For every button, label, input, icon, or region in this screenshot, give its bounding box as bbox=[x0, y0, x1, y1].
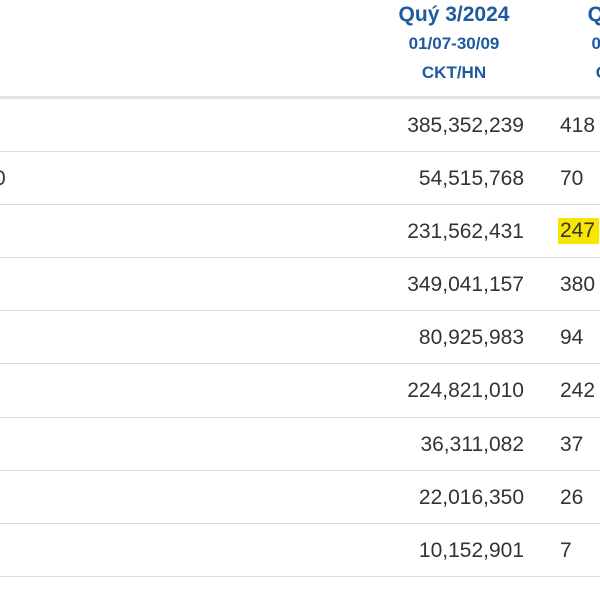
table-row: 0 54,515,768 70 bbox=[0, 152, 600, 206]
cell-value-next-quarter: 26 bbox=[560, 485, 584, 509]
table-body: 385,352,239 418 0 54,515,768 70 231,562,… bbox=[0, 99, 600, 577]
column-report-type: CK bbox=[548, 63, 600, 83]
table-row: 10,152,901 7 bbox=[0, 523, 600, 577]
table-row: 385,352,239 418 bbox=[0, 99, 600, 153]
cell-value-q3-2024: 54,515,768 bbox=[418, 167, 524, 191]
cell-value-next-quarter: 7 bbox=[560, 538, 572, 562]
cell-value-next-quarter: 37 bbox=[560, 432, 584, 456]
cell-value-next-quarter: 70 bbox=[560, 167, 584, 191]
row-label: 0 bbox=[0, 152, 6, 205]
cell-value-q3-2024: 10,152,901 bbox=[418, 538, 524, 562]
table-row: 231,562,431 247 bbox=[0, 205, 600, 259]
table-row: 80,925,983 94 bbox=[0, 311, 600, 365]
column-header-q3-2024[interactable]: Quý 3/2024 01/07-30/09 CKT/HN bbox=[372, 0, 536, 83]
cell-value-next-quarter-highlighted: 247 bbox=[558, 218, 600, 245]
cell-value-q3-2024: 224,821,010 bbox=[407, 379, 524, 403]
cell-value-q3-2024: 36,311,082 bbox=[420, 432, 524, 456]
cell-value-next-quarter: 94 bbox=[560, 326, 584, 350]
cell-value-q3-2024: 349,041,157 bbox=[407, 273, 524, 297]
cell-value-q3-2024: 231,562,431 bbox=[407, 220, 524, 244]
column-quarter-label: Quý 3/2024 bbox=[398, 3, 510, 26]
table-row: 22,016,350 26 bbox=[0, 470, 600, 524]
cell-value-q3-2024: 385,352,239 bbox=[407, 114, 524, 137]
column-header-next-quarter[interactable]: Quý 01/1 CK bbox=[548, 0, 600, 83]
cell-value-next-quarter: 380 bbox=[560, 273, 596, 297]
cell-value-next-quarter: 418 bbox=[560, 114, 596, 137]
table-row: 36,311,082 37 bbox=[0, 417, 600, 471]
column-report-type: CKT/HN bbox=[421, 63, 487, 82]
cell-value-q3-2024: 22,016,350 bbox=[418, 485, 524, 509]
table-row: 349,041,157 380 bbox=[0, 258, 600, 312]
column-date-range: 01/1 bbox=[591, 34, 600, 53]
table-header: Quý 3/2024 01/07-30/09 CKT/HN Quý 01/1 C… bbox=[0, 0, 600, 99]
column-date-range: 01/07-30/09 bbox=[408, 34, 500, 53]
column-quarter-label: Quý bbox=[587, 3, 600, 26]
cell-value-q3-2024: 80,925,983 bbox=[418, 326, 524, 350]
cell-value-next-quarter: 242 bbox=[560, 379, 596, 403]
table-row: 224,821,010 242 bbox=[0, 364, 600, 418]
financial-table-viewport: Quý 3/2024 01/07-30/09 CKT/HN Quý 01/1 C… bbox=[0, 0, 600, 600]
